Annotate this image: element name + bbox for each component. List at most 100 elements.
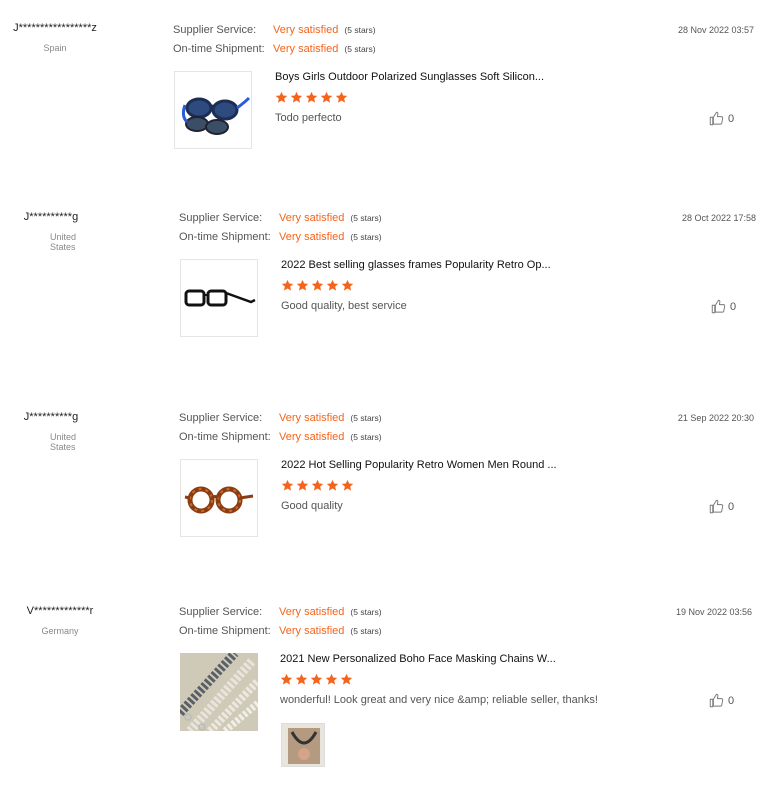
star-icon xyxy=(320,91,333,103)
star-icon xyxy=(290,91,303,103)
shipment-value: Very satisfied xyxy=(273,43,339,55)
product-title-link[interactable]: 2022 Best selling glasses frames Popular… xyxy=(281,259,551,271)
product-title-link[interactable]: 2021 New Personalized Boho Face Masking … xyxy=(280,653,556,665)
mask-chains-image xyxy=(180,653,258,731)
shipment-row: On-time Shipment: Very satisfied (5 stars) xyxy=(179,428,382,446)
like-button[interactable]: 0 xyxy=(709,499,734,514)
supplier-service-label: Supplier Service: xyxy=(179,412,263,424)
star-icon xyxy=(310,673,323,685)
product-image[interactable] xyxy=(180,459,258,537)
shipment-row: On-time Shipment: Very satisfied (5 stars) xyxy=(179,622,382,640)
star-icon xyxy=(311,279,324,291)
star-icon xyxy=(295,673,308,685)
shipment-stars: (5 stars) xyxy=(344,44,376,54)
star-icon xyxy=(341,279,354,291)
reviewer-name: J**********g xyxy=(23,411,79,423)
supplier-service-label: Supplier Service: xyxy=(173,24,257,36)
star-icon xyxy=(325,673,338,685)
supplier-service-row: Supplier Service: Very satisfied (5 stars) xyxy=(179,409,382,427)
star-icon xyxy=(335,91,348,103)
shipment-value: Very satisfied xyxy=(279,625,345,637)
supplier-service-label: Supplier Service: xyxy=(179,606,263,618)
reviewer-info: J**********g United States xyxy=(0,411,102,452)
shipment-value: Very satisfied xyxy=(279,431,345,443)
thumbs-up-icon xyxy=(709,499,724,514)
star-icon xyxy=(326,279,339,291)
reviewer-info: J**********g United States xyxy=(0,211,102,252)
product-image[interactable] xyxy=(180,259,258,337)
shipment-stars: (5 stars) xyxy=(350,432,382,442)
reviewer-country: United States xyxy=(50,432,77,452)
reviewer-country: Spain xyxy=(43,43,67,53)
review-comment: Good quality xyxy=(281,500,343,512)
shipment-label: On-time Shipment: xyxy=(173,43,265,55)
like-button[interactable]: 0 xyxy=(711,299,736,314)
star-icon xyxy=(340,673,353,685)
review-comment: Good quality, best service xyxy=(281,300,407,312)
supplier-service-value: Very satisfied xyxy=(273,24,339,36)
supplier-service-value: Very satisfied xyxy=(279,606,345,618)
star-icon xyxy=(341,479,354,491)
shipment-stars: (5 stars) xyxy=(350,626,382,636)
like-count: 0 xyxy=(728,112,735,125)
reviewer-country: United States xyxy=(50,232,77,252)
thumbs-up-icon xyxy=(709,693,724,708)
reviewer-name: J**********g xyxy=(23,211,79,223)
review-date: 19 Nov 2022 03:56 xyxy=(675,607,752,617)
supplier-service-stars: (5 stars) xyxy=(350,607,382,617)
reviewer-info: J*****************z Spain xyxy=(0,22,110,53)
reviewer-name: V*************r xyxy=(26,605,94,617)
product-image[interactable] xyxy=(180,653,258,731)
reviewer-info: V*************r Germany xyxy=(0,605,120,636)
reviewer-name: J*****************z xyxy=(13,22,97,34)
review-photo[interactable] xyxy=(281,723,325,767)
product-image[interactable] xyxy=(174,71,252,149)
shipment-row: On-time Shipment: Very satisfied (5 stars) xyxy=(179,228,382,246)
star-icon xyxy=(281,479,294,491)
review-date: 28 Oct 2022 17:58 xyxy=(681,213,756,223)
review-comment: wonderful! Look great and very nice &amp… xyxy=(280,694,598,706)
star-icon xyxy=(275,91,288,103)
rating-stars xyxy=(275,91,348,104)
reviewer-country: Germany xyxy=(41,626,79,636)
shipment-value: Very satisfied xyxy=(279,231,345,243)
supplier-service-stars: (5 stars) xyxy=(344,25,376,35)
supplier-service-stars: (5 stars) xyxy=(350,413,382,423)
review-comment: Todo perfecto xyxy=(275,112,342,124)
blue-sunglasses-image xyxy=(181,96,251,135)
supplier-service-row: Supplier Service: Very satisfied (5 stars) xyxy=(173,21,376,39)
star-icon xyxy=(311,479,324,491)
black-glasses-image xyxy=(184,289,256,307)
star-icon xyxy=(326,479,339,491)
star-icon xyxy=(296,479,309,491)
product-title-link[interactable]: 2022 Hot Selling Popularity Retro Women … xyxy=(281,459,557,471)
shipment-label: On-time Shipment: xyxy=(179,625,271,637)
review-photo-image xyxy=(282,724,324,766)
star-icon xyxy=(305,91,318,103)
review-date: 28 Nov 2022 03:57 xyxy=(677,25,754,35)
star-icon xyxy=(280,673,293,685)
tortoise-glasses-image xyxy=(184,486,254,514)
supplier-service-label: Supplier Service: xyxy=(179,212,263,224)
shipment-label: On-time Shipment: xyxy=(179,431,271,443)
product-title-link[interactable]: Boys Girls Outdoor Polarized Sunglasses … xyxy=(275,71,544,83)
rating-stars xyxy=(281,479,354,492)
star-icon xyxy=(296,279,309,291)
like-count: 0 xyxy=(730,300,737,313)
review-date: 21 Sep 2022 20:30 xyxy=(677,413,754,423)
like-button[interactable]: 0 xyxy=(709,111,734,126)
shipment-label: On-time Shipment: xyxy=(179,231,271,243)
like-count: 0 xyxy=(728,694,735,707)
star-icon xyxy=(281,279,294,291)
supplier-service-row: Supplier Service: Very satisfied (5 stars) xyxy=(179,209,382,227)
like-button[interactable]: 0 xyxy=(709,693,734,708)
supplier-service-value: Very satisfied xyxy=(279,412,345,424)
rating-stars xyxy=(281,279,354,292)
supplier-service-value: Very satisfied xyxy=(279,212,345,224)
rating-stars xyxy=(280,673,353,686)
shipment-stars: (5 stars) xyxy=(350,232,382,242)
supplier-service-row: Supplier Service: Very satisfied (5 stars) xyxy=(179,603,382,621)
thumbs-up-icon xyxy=(709,111,724,126)
thumbs-up-icon xyxy=(711,299,726,314)
supplier-service-stars: (5 stars) xyxy=(350,213,382,223)
